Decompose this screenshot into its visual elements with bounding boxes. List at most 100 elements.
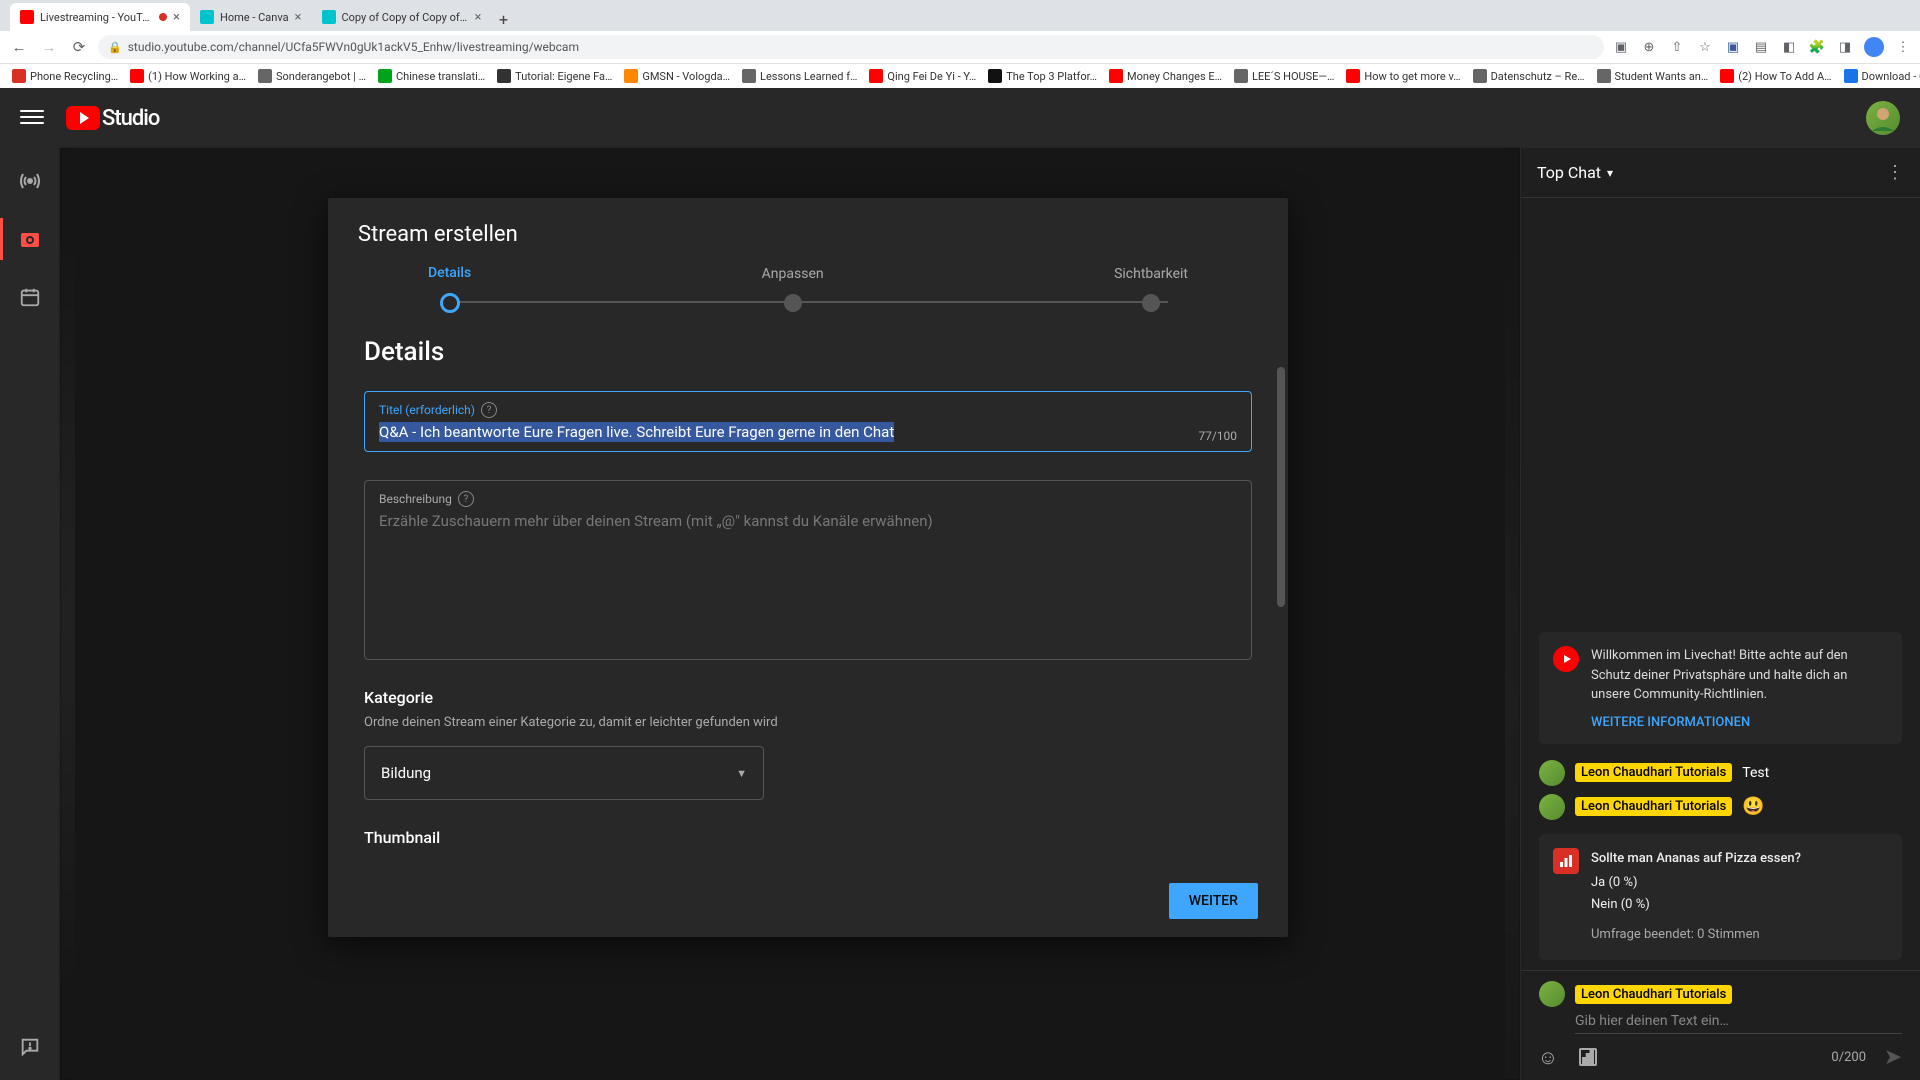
sidebar	[0, 148, 60, 1080]
bookmark-item[interactable]: Datenschutz – Re…	[1469, 67, 1589, 85]
hamburger-icon[interactable]	[20, 106, 44, 130]
chat-input-area: Leon Chaudhari Tutorials Gib hier deinen…	[1521, 970, 1920, 1080]
chat-menu-icon[interactable]: ⋮	[1886, 162, 1904, 183]
bookmark-item[interactable]: Chinese translati…	[374, 67, 489, 85]
ext3-icon[interactable]: ◧	[1780, 38, 1798, 56]
bookmark-item[interactable]: The Top 3 Platfor…	[984, 67, 1101, 85]
chat-welcome-card: Willkommen im Livechat! Bitte achte auf …	[1539, 632, 1902, 744]
calendar-icon[interactable]	[17, 284, 43, 310]
studio-text: Studio	[102, 106, 159, 131]
close-icon[interactable]: ×	[475, 10, 482, 25]
step-visibility[interactable]: Sichtbarkeit	[1114, 266, 1188, 312]
cam-icon[interactable]: ▣	[1612, 38, 1630, 56]
browser-actions: ▣ ⊕ ⇧ ☆ ▣ ▤ ◧ 🧩 ◨ ⋮	[1612, 37, 1912, 57]
feedback-icon[interactable]	[17, 1034, 43, 1060]
bookmark-label: Lessons Learned f…	[760, 70, 857, 83]
new-tab-button[interactable]: +	[492, 7, 516, 31]
star-icon[interactable]: ☆	[1696, 38, 1714, 56]
close-icon[interactable]: ×	[295, 10, 302, 25]
studio-header: Studio	[0, 88, 1920, 148]
bookmark-item[interactable]: (1) How Working a…	[126, 67, 250, 85]
help-icon[interactable]: ?	[481, 402, 497, 418]
canva-icon	[200, 10, 214, 24]
title-field[interactable]: Titel (erforderlich) ? Q&A - Ich beantwo…	[364, 391, 1252, 452]
address-bar: ← → ⟳ 🔒 studio.youtube.com/channel/UCfa5…	[0, 31, 1920, 63]
bookmark-item[interactable]: LEE´S HOUSE—…	[1230, 67, 1338, 85]
panel-icon[interactable]: ◨	[1836, 38, 1854, 56]
favicon	[1234, 69, 1248, 83]
youtube-icon	[20, 10, 34, 24]
user-avatar[interactable]	[1866, 101, 1900, 135]
step-details[interactable]: Details	[428, 265, 471, 313]
tab[interactable]: Copy of Copy of Copy of Cop ×	[312, 3, 492, 31]
category-value: Bildung	[381, 764, 431, 782]
chat-message: Leon Chaudhari Tutorials 😃	[1521, 790, 1920, 824]
bookmark-item[interactable]: Phone Recycling…	[8, 67, 122, 85]
bookmark-item[interactable]: Sonderangebot | …	[254, 67, 370, 85]
ext2-icon[interactable]: ▤	[1752, 38, 1770, 56]
step-customize[interactable]: Anpassen	[762, 266, 824, 312]
youtube-icon	[1553, 646, 1579, 672]
chat-messages: Willkommen im Livechat! Bitte achte auf …	[1521, 198, 1920, 970]
title-input[interactable]: Q&A - Ich beantworte Eure Fragen live. S…	[379, 422, 894, 442]
bookmark-item[interactable]: Download - Cooki…	[1840, 67, 1920, 85]
thumbnail-title: Thumbnail	[364, 828, 1252, 847]
zoom-icon[interactable]: ⊕	[1640, 38, 1658, 56]
chat-mode-selector[interactable]: Top Chat ▾	[1537, 163, 1613, 182]
category-select[interactable]: Bildung ▼	[364, 746, 764, 800]
stream-icon[interactable]	[17, 168, 43, 194]
close-icon[interactable]: ×	[173, 10, 180, 25]
youtube-studio-logo[interactable]: Studio	[66, 106, 159, 131]
browser-chrome: Livestreaming - YouTube S × Home - Canva…	[0, 0, 1920, 88]
bookmark-item[interactable]: GMSN - Vologda…	[620, 67, 734, 85]
share-icon[interactable]: ⇧	[1668, 38, 1686, 56]
favicon	[988, 69, 1002, 83]
url-input[interactable]: 🔒 studio.youtube.com/channel/UCfa5FWVn0g…	[98, 35, 1604, 59]
youtube-play-icon	[66, 106, 100, 130]
bookmark-item[interactable]: Qing Fei De Yi - Y…	[865, 67, 980, 85]
forward-icon[interactable]: →	[38, 36, 60, 58]
favicon	[258, 69, 272, 83]
poll-icon[interactable]	[1575, 1044, 1601, 1070]
chat-input[interactable]: Gib hier deinen Text ein…	[1521, 1009, 1920, 1033]
profile-avatar[interactable]	[1864, 37, 1884, 57]
bookmark-item[interactable]: Tutorial: Eigene Fa…	[493, 67, 616, 85]
favicon	[1720, 69, 1734, 83]
tab-active[interactable]: Livestreaming - YouTube S ×	[10, 3, 190, 31]
bookmark-label: The Top 3 Platfor…	[1006, 70, 1097, 83]
favicon	[1844, 69, 1858, 83]
send-icon[interactable]: ➤	[1880, 1044, 1906, 1070]
bookmark-label: Phone Recycling…	[30, 70, 118, 83]
favicon	[869, 69, 883, 83]
poll-option: Nein (0 %)	[1591, 894, 1888, 916]
webcam-icon[interactable]	[17, 226, 43, 252]
emoji-icon[interactable]: ☺	[1535, 1044, 1561, 1070]
menu-icon[interactable]: ⋮	[1894, 38, 1912, 56]
content-area: Stream erstellen Details Anpassen Sichtb…	[60, 148, 1920, 1080]
more-info-link[interactable]: WEITERE INFORMATIONEN	[1591, 715, 1888, 730]
bookmark-item[interactable]: Money Changes E…	[1105, 67, 1226, 85]
step-dot-icon	[784, 294, 802, 312]
bookmark-item[interactable]: How to get more v…	[1342, 67, 1464, 85]
help-icon[interactable]: ?	[458, 491, 474, 507]
bookmark-label: (2) How To Add A…	[1738, 70, 1831, 83]
chat-poll-card: Sollte man Ananas auf Pizza essen? Ja (0…	[1539, 834, 1902, 960]
bookmark-item[interactable]: Student Wants an…	[1593, 67, 1713, 85]
canva-icon	[322, 10, 336, 24]
chat-author-badge[interactable]: Leon Chaudhari Tutorials	[1575, 797, 1732, 816]
description-field[interactable]: Beschreibung ? Erzähle Zuschauern mehr ü…	[364, 480, 1252, 660]
puzzle-icon[interactable]: 🧩	[1808, 38, 1826, 56]
step-label: Details	[428, 265, 471, 281]
bookmark-item[interactable]: Lessons Learned f…	[738, 67, 861, 85]
tab[interactable]: Home - Canva ×	[190, 3, 312, 31]
scrollbar[interactable]	[1277, 367, 1285, 607]
tab-title: Livestreaming - YouTube S	[40, 11, 153, 24]
chat-author-badge[interactable]: Leon Chaudhari Tutorials	[1575, 763, 1732, 782]
next-button[interactable]: WEITER	[1169, 883, 1258, 919]
favicon	[1597, 69, 1611, 83]
reload-icon[interactable]: ⟳	[68, 36, 90, 58]
tabs-bar: Livestreaming - YouTube S × Home - Canva…	[0, 0, 1920, 31]
ext1-icon[interactable]: ▣	[1724, 38, 1742, 56]
bookmark-item[interactable]: (2) How To Add A…	[1716, 67, 1835, 85]
back-icon[interactable]: ←	[8, 36, 30, 58]
